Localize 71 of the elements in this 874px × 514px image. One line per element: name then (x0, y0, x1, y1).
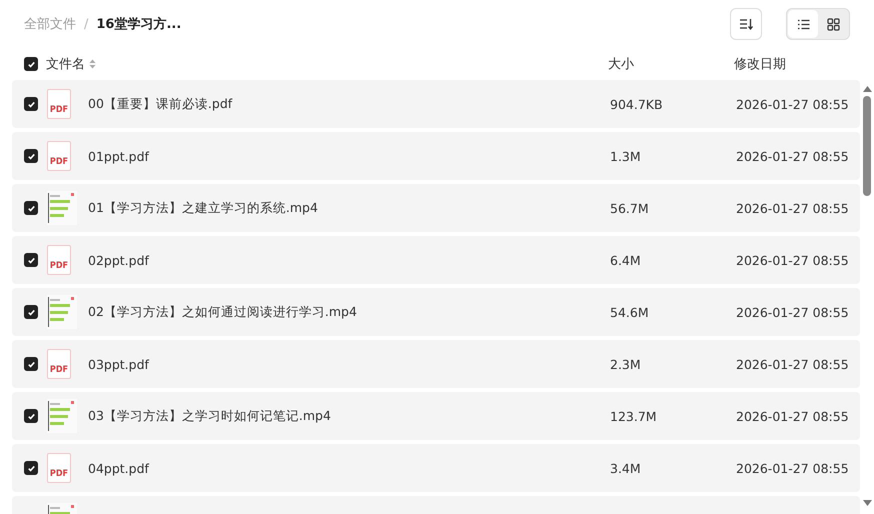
row-checkbox[interactable] (24, 461, 38, 475)
modified-date: 2026-01-27 08:55 (736, 252, 850, 268)
modified-date: 2026-01-27 08:55 (736, 148, 850, 164)
file-size: 2.3M (610, 356, 642, 372)
file-size: 56.7M (610, 200, 650, 216)
row-checkbox[interactable] (24, 305, 38, 319)
file-row[interactable]: PDF 01ppt.pdf 1.3M 2026-01-27 08:55 (12, 132, 860, 180)
grid-icon (826, 18, 840, 30)
column-header[interactable]: 大小 (608, 55, 734, 73)
modified-date: 2026-01-27 08:55 (736, 356, 850, 372)
file-name: 01【学习方法】之建立学习的系统.mp4 (88, 200, 319, 216)
list-icon (796, 18, 810, 30)
pdf-file-icon: PDF (47, 141, 71, 171)
video-thumbnail (47, 191, 77, 225)
column-header[interactable]: 修改日期 (734, 55, 858, 73)
modified-date: 2026-01-27 08:55 (736, 96, 850, 112)
file-row[interactable]: 02【学习方法】之如何通过阅读进行学习.mp4 54.6M 2026-01-27 08:55 (12, 288, 860, 336)
row-checkbox[interactable] (24, 149, 38, 163)
file-name: 02ppt.pdf (88, 252, 150, 268)
file-name: 00【重要】课前必读.pdf (88, 96, 234, 112)
file-size: 904.7KB (610, 96, 664, 112)
checkmark-icon (26, 308, 36, 316)
video-thumbnail (47, 399, 77, 433)
checkmark-icon (26, 256, 36, 264)
modified-date: 2026-01-27 08:55 (736, 200, 850, 216)
list-view-button[interactable] (788, 10, 818, 38)
file-row[interactable]: PDF 00【重要】课前必读.pdf 904.7KB 2026-01-27 08:55 (12, 80, 860, 128)
sort-icon (739, 18, 753, 30)
row-checkbox[interactable] (24, 97, 38, 111)
pdf-file-icon: PDF (47, 349, 71, 379)
file-row[interactable]: PDF 03ppt.pdf 2.3M 2026-01-27 08:55 (12, 340, 860, 388)
pdf-file-icon: PDF (47, 245, 71, 275)
file-size: 54.6M (610, 304, 650, 320)
current-folder: 16堂学习方... (96, 16, 182, 33)
file-name: 03ppt.pdf (88, 356, 150, 372)
file-size: 6.4M (610, 252, 642, 268)
checkmark-icon (26, 464, 36, 472)
file-name: 03【学习方法】之学习时如何记笔记.mp4 (88, 408, 332, 424)
row-checkbox[interactable] (24, 201, 38, 215)
breadcrumb-separator: / (84, 16, 88, 32)
modified-date: 2026-01-27 08:55 (736, 408, 850, 424)
scroll-up-icon[interactable] (862, 86, 872, 92)
select-all-checkbox[interactable] (24, 57, 38, 71)
file-row[interactable]: PDF 02ppt.pdf 6.4M 2026-01-27 08:55 (12, 236, 860, 284)
modified-date: 2026-01-27 08:55 (736, 460, 850, 476)
pdf-file-icon: PDF (47, 453, 71, 483)
file-size: 3.4M (610, 460, 642, 476)
file-size: 1.3M (610, 148, 642, 164)
checkmark-icon (26, 60, 36, 68)
file-row[interactable]: 01【学习方法】之建立学习的系统.mp4 56.7M 2026-01-27 08:55 (12, 184, 860, 232)
checkmark-icon (26, 152, 36, 160)
row-checkbox[interactable] (24, 357, 38, 371)
video-thumbnail (47, 295, 77, 329)
file-row[interactable]: PDF 04ppt.pdf 3.4M 2026-01-27 08:55 (12, 444, 860, 492)
scrollbar-thumb[interactable] (863, 96, 871, 196)
column-header[interactable]: 文件名 (46, 55, 85, 73)
sort-button[interactable] (730, 8, 762, 40)
modified-date: 2026-01-27 08:55 (736, 304, 850, 320)
checkmark-icon (26, 412, 36, 420)
pdf-file-icon: PDF (47, 89, 71, 119)
row-checkbox[interactable] (24, 409, 38, 423)
row-checkbox[interactable] (24, 253, 38, 267)
checkmark-icon (26, 100, 36, 108)
file-name: 02【学习方法】之如何通过阅读进行学习.mp4 (88, 304, 358, 320)
checkmark-icon (26, 204, 36, 212)
file-name: 04ppt.pdf (88, 460, 150, 476)
file-row[interactable]: 03【学习方法】之学习时如何记笔记.mp4 123.7M 2026-01-27 08:55 (12, 392, 860, 440)
checkmark-icon (26, 360, 36, 368)
file-size: 123.7M (610, 408, 658, 424)
scroll-down-icon[interactable] (862, 500, 872, 506)
file-name: 01ppt.pdf (88, 148, 150, 164)
